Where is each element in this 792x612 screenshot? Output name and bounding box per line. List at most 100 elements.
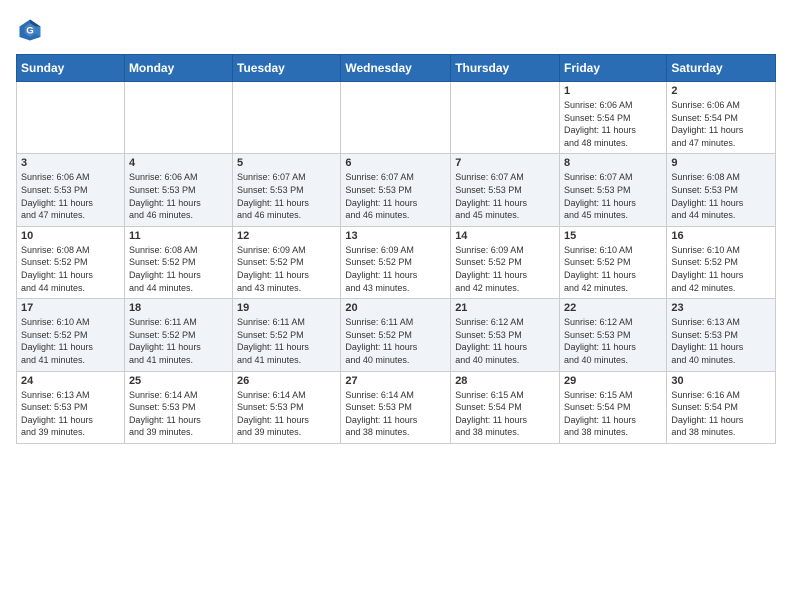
day-cell: 12 Sunrise: 6:09 AM Sunset: 5:52 PM Dayli…: [233, 226, 341, 298]
day-cell: 17Sunrise: 6:10 AM Sunset: 5:52 PM Dayli…: [17, 299, 125, 371]
day-info: Sunrise: 6:07 AM Sunset: 5:53 PM Dayligh…: [237, 171, 336, 221]
day-number: 7: [455, 157, 555, 169]
day-info: Sunrise: 6:15 AM Sunset: 5:54 PM Dayligh…: [564, 389, 662, 439]
day-info: Sunrise: 6:14 AM Sunset: 5:53 PM Dayligh…: [237, 389, 336, 439]
day-info: Sunrise: 6:14 AM Sunset: 5:53 PM Dayligh…: [345, 389, 446, 439]
day-cell: 28 Sunrise: 6:15 AM Sunset: 5:54 PM Dayli…: [451, 371, 560, 443]
day-cell: 2Sunrise: 6:06 AM Sunset: 5:54 PM Daylig…: [667, 82, 776, 154]
weekday-friday: Friday: [560, 55, 667, 82]
day-cell: 9 Sunrise: 6:08 AM Sunset: 5:53 PM Daylig…: [667, 154, 776, 226]
day-cell: 20 Sunrise: 6:11 AM Sunset: 5:52 PM Dayli…: [341, 299, 451, 371]
day-info: Sunrise: 6:08 AM Sunset: 5:53 PM Dayligh…: [671, 171, 771, 221]
day-info: Sunrise: 6:11 AM Sunset: 5:52 PM Dayligh…: [237, 316, 336, 366]
day-info: Sunrise: 6:13 AM Sunset: 5:53 PM Dayligh…: [671, 316, 771, 366]
day-cell: [124, 82, 232, 154]
day-number: 27: [345, 375, 446, 387]
day-info: Sunrise: 6:06 AM Sunset: 5:53 PM Dayligh…: [21, 171, 120, 221]
day-info: Sunrise: 6:10 AM Sunset: 5:52 PM Dayligh…: [21, 316, 120, 366]
logo-icon: G: [16, 16, 44, 44]
day-number: 5: [237, 157, 336, 169]
day-cell: 11Sunrise: 6:08 AM Sunset: 5:52 PM Dayli…: [124, 226, 232, 298]
day-cell: [451, 82, 560, 154]
weekday-monday: Monday: [124, 55, 232, 82]
week-row-3: 10 Sunrise: 6:08 AM Sunset: 5:52 PM Dayli…: [17, 226, 776, 298]
day-number: 9: [671, 157, 771, 169]
day-number: 15: [564, 230, 662, 242]
day-cell: 27 Sunrise: 6:14 AM Sunset: 5:53 PM Dayli…: [341, 371, 451, 443]
day-number: 3: [21, 157, 120, 169]
day-cell: 19Sunrise: 6:11 AM Sunset: 5:52 PM Dayli…: [233, 299, 341, 371]
weekday-tuesday: Tuesday: [233, 55, 341, 82]
day-cell: 30Sunrise: 6:16 AM Sunset: 5:54 PM Dayli…: [667, 371, 776, 443]
day-cell: 4 Sunrise: 6:06 AM Sunset: 5:53 PM Daylig…: [124, 154, 232, 226]
day-info: Sunrise: 6:10 AM Sunset: 5:52 PM Dayligh…: [671, 244, 771, 294]
weekday-sunday: Sunday: [17, 55, 125, 82]
day-cell: 23Sunrise: 6:13 AM Sunset: 5:53 PM Dayli…: [667, 299, 776, 371]
day-info: Sunrise: 6:09 AM Sunset: 5:52 PM Dayligh…: [345, 244, 446, 294]
day-number: 24: [21, 375, 120, 387]
day-number: 1: [564, 85, 662, 97]
weekday-wednesday: Wednesday: [341, 55, 451, 82]
day-cell: 26 Sunrise: 6:14 AM Sunset: 5:53 PM Dayli…: [233, 371, 341, 443]
day-cell: 5 Sunrise: 6:07 AM Sunset: 5:53 PM Daylig…: [233, 154, 341, 226]
day-info: Sunrise: 6:12 AM Sunset: 5:53 PM Dayligh…: [564, 316, 662, 366]
day-cell: 24 Sunrise: 6:13 AM Sunset: 5:53 PM Dayli…: [17, 371, 125, 443]
header: G: [16, 16, 776, 44]
day-cell: 3 Sunrise: 6:06 AM Sunset: 5:53 PM Daylig…: [17, 154, 125, 226]
day-cell: 13 Sunrise: 6:09 AM Sunset: 5:52 PM Dayli…: [341, 226, 451, 298]
day-cell: [233, 82, 341, 154]
day-cell: 14Sunrise: 6:09 AM Sunset: 5:52 PM Dayli…: [451, 226, 560, 298]
day-number: 2: [671, 85, 771, 97]
day-number: 8: [564, 157, 662, 169]
day-info: Sunrise: 6:13 AM Sunset: 5:53 PM Dayligh…: [21, 389, 120, 439]
day-info: Sunrise: 6:08 AM Sunset: 5:52 PM Dayligh…: [129, 244, 228, 294]
day-number: 10: [21, 230, 120, 242]
day-cell: 18 Sunrise: 6:11 AM Sunset: 5:52 PM Dayli…: [124, 299, 232, 371]
calendar: SundayMondayTuesdayWednesdayThursdayFrid…: [16, 54, 776, 444]
day-cell: 1 Sunrise: 6:06 AM Sunset: 5:54 PM Daylig…: [560, 82, 667, 154]
day-info: Sunrise: 6:06 AM Sunset: 5:53 PM Dayligh…: [129, 171, 228, 221]
day-info: Sunrise: 6:07 AM Sunset: 5:53 PM Dayligh…: [564, 171, 662, 221]
svg-text:G: G: [26, 26, 33, 37]
day-info: Sunrise: 6:12 AM Sunset: 5:53 PM Dayligh…: [455, 316, 555, 366]
logo: G: [16, 16, 46, 44]
day-number: 4: [129, 157, 228, 169]
day-number: 12: [237, 230, 336, 242]
week-row-4: 17Sunrise: 6:10 AM Sunset: 5:52 PM Dayli…: [17, 299, 776, 371]
day-number: 16: [671, 230, 771, 242]
weekday-saturday: Saturday: [667, 55, 776, 82]
day-cell: 6Sunrise: 6:07 AM Sunset: 5:53 PM Daylig…: [341, 154, 451, 226]
day-cell: [17, 82, 125, 154]
week-row-1: 1 Sunrise: 6:06 AM Sunset: 5:54 PM Daylig…: [17, 82, 776, 154]
weekday-thursday: Thursday: [451, 55, 560, 82]
day-info: Sunrise: 6:14 AM Sunset: 5:53 PM Dayligh…: [129, 389, 228, 439]
page: G SundayMondayTuesdayWednesdayThursdayFr…: [0, 0, 792, 454]
day-cell: 10 Sunrise: 6:08 AM Sunset: 5:52 PM Dayli…: [17, 226, 125, 298]
day-cell: [341, 82, 451, 154]
day-info: Sunrise: 6:06 AM Sunset: 5:54 PM Dayligh…: [564, 99, 662, 149]
day-info: Sunrise: 6:08 AM Sunset: 5:52 PM Dayligh…: [21, 244, 120, 294]
day-number: 29: [564, 375, 662, 387]
day-number: 13: [345, 230, 446, 242]
day-number: 21: [455, 302, 555, 314]
day-cell: 29 Sunrise: 6:15 AM Sunset: 5:54 PM Dayli…: [560, 371, 667, 443]
day-number: 26: [237, 375, 336, 387]
day-info: Sunrise: 6:11 AM Sunset: 5:52 PM Dayligh…: [129, 316, 228, 366]
day-number: 20: [345, 302, 446, 314]
day-info: Sunrise: 6:15 AM Sunset: 5:54 PM Dayligh…: [455, 389, 555, 439]
day-number: 25: [129, 375, 228, 387]
day-cell: 7Sunrise: 6:07 AM Sunset: 5:53 PM Daylig…: [451, 154, 560, 226]
day-cell: 16 Sunrise: 6:10 AM Sunset: 5:52 PM Dayli…: [667, 226, 776, 298]
day-info: Sunrise: 6:11 AM Sunset: 5:52 PM Dayligh…: [345, 316, 446, 366]
week-row-2: 3 Sunrise: 6:06 AM Sunset: 5:53 PM Daylig…: [17, 154, 776, 226]
day-number: 22: [564, 302, 662, 314]
week-row-5: 24 Sunrise: 6:13 AM Sunset: 5:53 PM Dayli…: [17, 371, 776, 443]
day-cell: 22 Sunrise: 6:12 AM Sunset: 5:53 PM Dayli…: [560, 299, 667, 371]
day-number: 14: [455, 230, 555, 242]
day-cell: 21 Sunrise: 6:12 AM Sunset: 5:53 PM Dayli…: [451, 299, 560, 371]
day-cell: 8 Sunrise: 6:07 AM Sunset: 5:53 PM Daylig…: [560, 154, 667, 226]
day-number: 18: [129, 302, 228, 314]
day-number: 6: [345, 157, 446, 169]
day-info: Sunrise: 6:09 AM Sunset: 5:52 PM Dayligh…: [237, 244, 336, 294]
day-number: 28: [455, 375, 555, 387]
